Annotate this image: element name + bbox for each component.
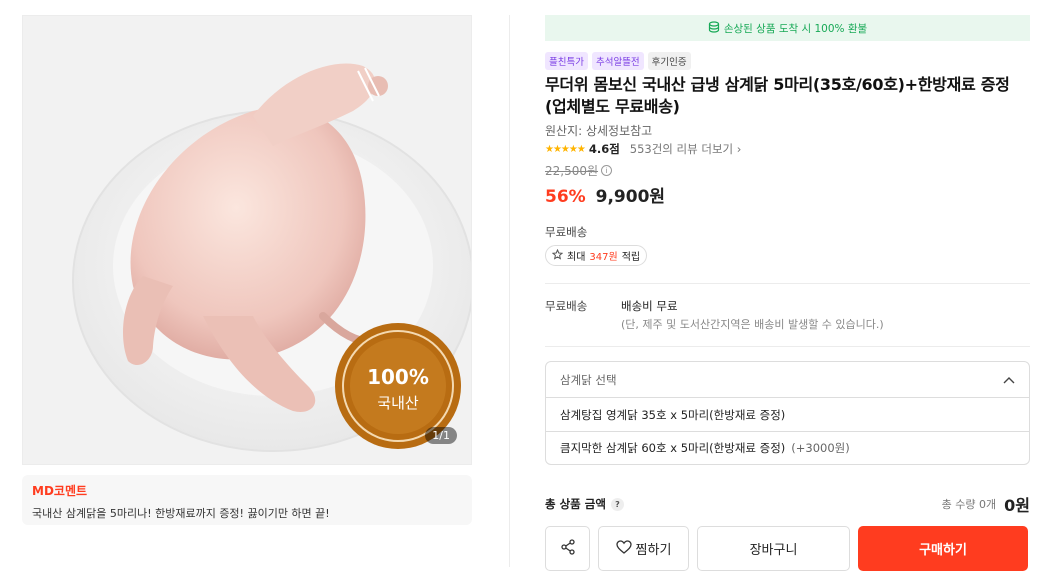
shipping-info: 무료배송 배송비 무료 (단, 제주 및 도서산간지역은 배송비 발생할 수 있…	[545, 284, 1030, 346]
tag: 후기인증	[647, 52, 691, 70]
total-label: 총 상품 금액 ?	[545, 496, 624, 512]
image-counter: 1/1	[425, 427, 457, 444]
share-button[interactable]	[545, 526, 590, 571]
original-price-value: 22,500원	[545, 164, 599, 178]
product-title: 무더위 몸보신 국내산 급냉 삼계닭 5마리(35호/60호)+한방재료 증정 …	[545, 75, 1010, 116]
action-buttons: 찜하기 장바구니 구매하기	[545, 526, 1030, 571]
shipping-label: 무료배송	[545, 299, 588, 313]
refund-banner-text: 손상된 상품 도착 시 100% 환불	[723, 22, 868, 35]
option-select[interactable]: 삼계닭 선택 삼계탕집 영계닭 35호 x 5마리(한방재료 증정) 큼지막한 …	[545, 361, 1030, 465]
divider	[545, 346, 1030, 347]
option-extra-price: (+3000원)	[791, 441, 850, 455]
wish-button[interactable]: 찜하기	[598, 526, 689, 571]
rating-value: 4.6점	[588, 142, 620, 156]
origin-info: 원산지: 상세정보참고	[545, 124, 653, 138]
share-icon	[559, 538, 577, 560]
gift-icon	[551, 248, 564, 263]
sale-price-row: 56% 9,900원	[545, 182, 1030, 207]
refund-banner: 손상된 상품 도착 시 100% 환불	[545, 15, 1030, 41]
chicken-image: 100% 국내산	[23, 16, 471, 464]
star-icon: ★★★★★	[545, 143, 586, 155]
points-badge[interactable]: 최대 347원 적립	[545, 245, 648, 266]
coin-icon	[708, 20, 720, 36]
total-price: 0원	[1004, 496, 1030, 515]
points-amount: 347원	[589, 252, 618, 263]
svg-text:100%: 100%	[367, 365, 429, 389]
tag: 플친특가	[545, 52, 588, 70]
md-comment-text: 국내산 삼계닭을 5마리나! 한방재료까지 증정! 끓이기만 하면 끝!	[32, 507, 330, 520]
tag-list: 플친특가 추석알뜰전 후기인증	[545, 52, 1030, 70]
md-comment: MD코멘트 국내산 삼계닭을 5마리나! 한방재료까지 증정! 끓이기만 하면 …	[22, 475, 472, 525]
shipping-sub: (단, 제주 및 도서산간지역은 배송비 발생할 수 있습니다.)	[621, 318, 884, 331]
total-row: 총 상품 금액 ? 총 수량 0개 0원	[545, 492, 1030, 516]
column-divider	[509, 15, 510, 567]
rating-row: ★★★★★ 4.6점 553건의 리뷰 더보기 ›	[545, 141, 1030, 157]
option-item[interactable]: 삼계탕집 영계닭 35호 x 5마리(한방재료 증정)	[546, 398, 1029, 431]
tag: 추석알뜰전	[591, 52, 644, 70]
cart-button[interactable]: 장바구니	[697, 526, 850, 571]
md-comment-title: MD코멘트	[32, 484, 88, 498]
total-quantity: 총 수량 0개	[941, 498, 997, 511]
heart-icon	[615, 539, 632, 558]
review-link[interactable]: 553건의 리뷰 더보기 ›	[630, 141, 742, 157]
chevron-right-icon: ›	[736, 142, 742, 156]
original-price: 22,500원 i	[545, 162, 1030, 179]
discount-rate: 56%	[545, 187, 586, 207]
info-icon[interactable]: i	[601, 165, 613, 176]
product-image[interactable]: 100% 국내산 1/1	[22, 15, 472, 465]
shipping-main: 배송비 무료	[621, 299, 678, 313]
option-header[interactable]: 삼계닭 선택	[546, 362, 1029, 398]
svg-text:국내산: 국내산	[377, 394, 419, 412]
sale-price: 9,900원	[595, 187, 666, 207]
product-info: 손상된 상품 도착 시 100% 환불 플친특가 추석알뜰전 후기인증 무더위 …	[545, 15, 1030, 571]
option-item[interactable]: 큼지막한 삼계닭 60호 x 5마리(한방재료 증정) (+3000원)	[546, 431, 1029, 464]
chevron-up-icon	[1003, 373, 1015, 387]
buy-button[interactable]: 구매하기	[858, 526, 1028, 571]
help-icon[interactable]: ?	[610, 497, 624, 511]
free-shipping-label: 무료배송	[545, 225, 588, 239]
